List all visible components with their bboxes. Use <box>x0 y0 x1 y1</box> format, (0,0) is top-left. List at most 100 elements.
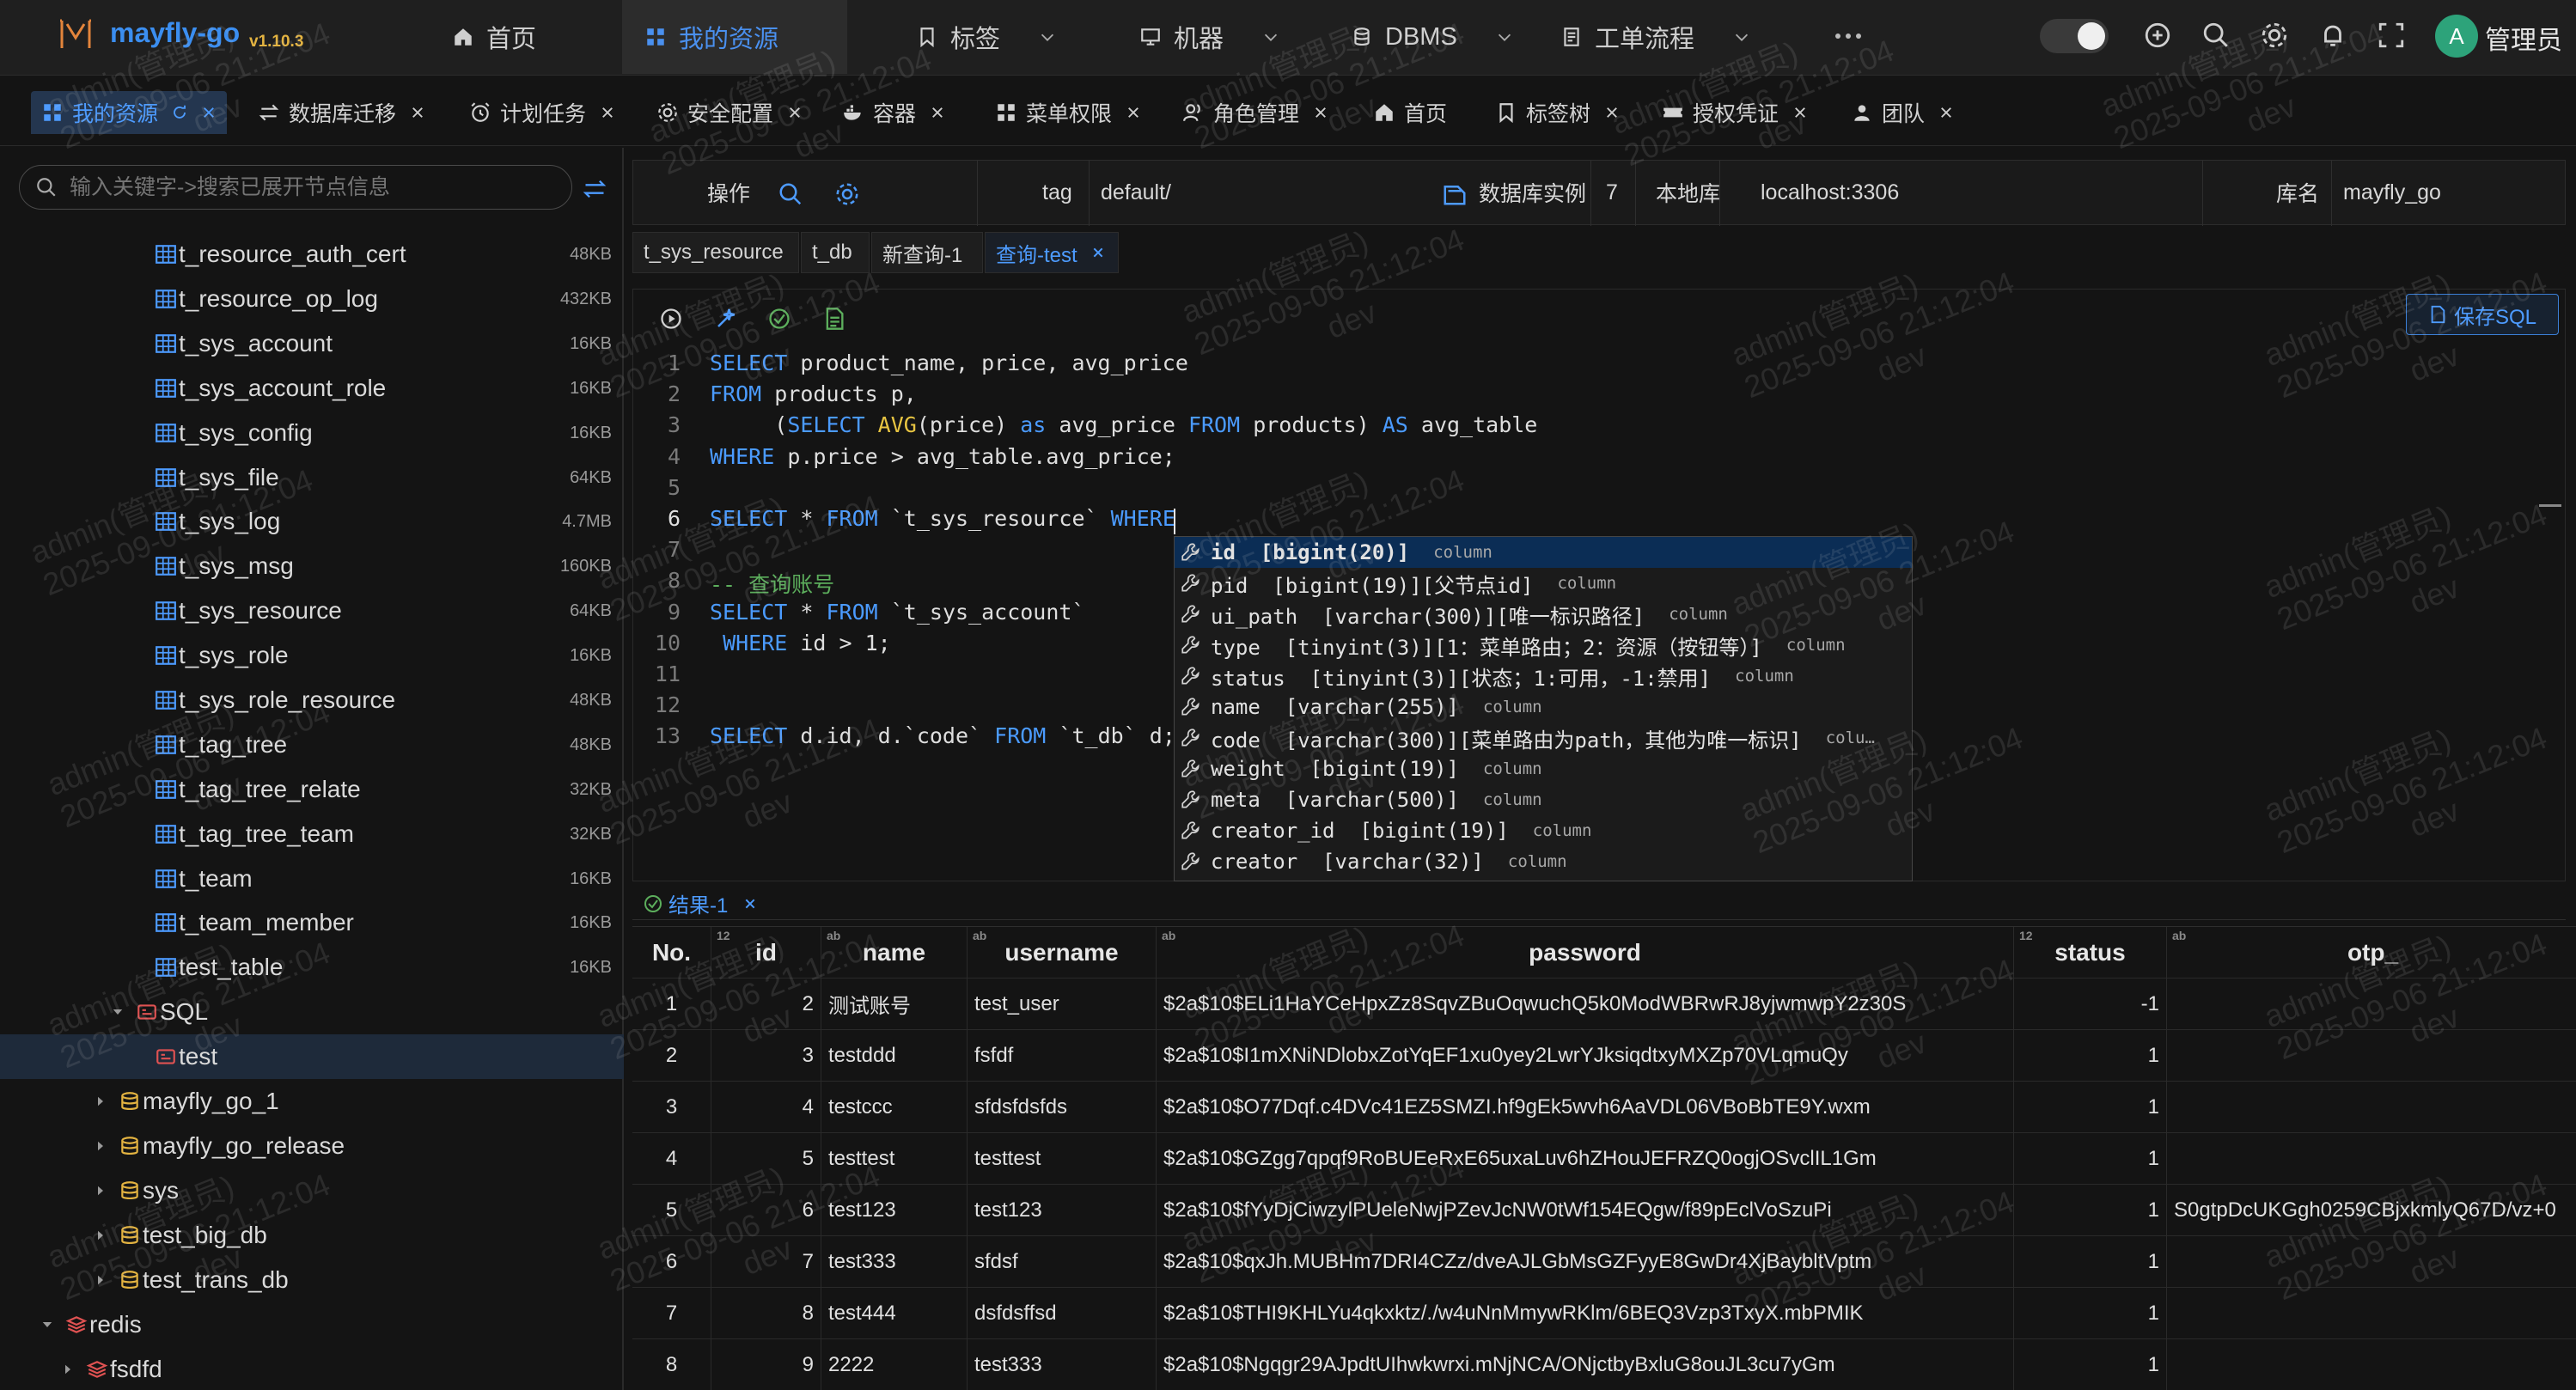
table-cell[interactable] <box>2167 1288 2576 1339</box>
query-tab-t-sys-resource[interactable]: t_sys_resource <box>632 232 799 273</box>
close-icon[interactable] <box>201 105 217 120</box>
tree-table-t_sys_account_role[interactable]: t_sys_account_role 16KB <box>0 366 624 411</box>
tree-redis-instance[interactable]: fsdfd <box>0 1347 624 1390</box>
suggestion-item[interactable]: ui_path [varchar(300)][唯一标识路径] column <box>1175 599 1912 630</box>
column-header-name[interactable]: ab name <box>821 927 968 978</box>
table-cell[interactable]: test_user <box>968 978 1157 1030</box>
table-cell[interactable]: $2a$10$O77Dqf.c4DVc41EZ5SMZI.hf9gEk5wvh6… <box>1157 1082 2014 1133</box>
table-cell[interactable]: 2222 <box>821 1339 968 1390</box>
commit-icon[interactable] <box>767 307 791 331</box>
table-cell[interactable]: 8 <box>632 1339 711 1390</box>
tree-table-t_sys_account[interactable]: t_sys_account 16KB <box>0 321 624 366</box>
tree-database-mayfly_go_1[interactable]: mayfly_go_1 <box>0 1079 624 1124</box>
table-cell[interactable]: test123 <box>968 1185 1157 1236</box>
table-cell[interactable]: 1 <box>2014 1082 2167 1133</box>
table-cell[interactable]: 8 <box>711 1288 821 1339</box>
save-sql-button[interactable]: 保存SQL <box>2406 294 2559 335</box>
close-icon[interactable] <box>743 897 757 911</box>
close-icon[interactable] <box>1604 105 1620 120</box>
tree-table-t_sys_role[interactable]: t_sys_role 16KB <box>0 633 624 678</box>
close-icon[interactable] <box>1313 105 1328 120</box>
tree-table-t_team_member[interactable]: t_team_member 16KB <box>0 900 624 945</box>
refresh-icon[interactable] <box>172 105 187 120</box>
tree-search[interactable] <box>19 165 572 210</box>
suggestion-item[interactable]: pid [bigint(19)][父节点id] column <box>1175 568 1912 599</box>
language-icon[interactable] <box>2143 21 2172 50</box>
tab-db-migration[interactable]: 数据库迁移 <box>247 91 436 134</box>
nav-tags[interactable]: 标签 <box>894 0 1079 74</box>
theme-toggle[interactable] <box>2040 19 2109 53</box>
table-cell[interactable]: testtest <box>968 1133 1157 1185</box>
table-cell[interactable]: 1 <box>2014 1185 2167 1236</box>
tab-my-resources[interactable]: 我的资源 <box>31 91 228 134</box>
table-cell[interactable]: 1 <box>2014 1236 2167 1288</box>
suggestion-item[interactable]: id [bigint(20)] column <box>1175 537 1912 568</box>
nav-workflow[interactable]: 工单流程 <box>1538 0 1773 74</box>
table-cell[interactable]: $2a$10$Ngqgr29AJpdtUIhwkwrxi.mNjNCA/ONjc… <box>1157 1339 2014 1390</box>
table-cell[interactable]: 5 <box>632 1185 711 1236</box>
tree-redis[interactable]: redis <box>0 1302 624 1347</box>
query-tab-t-db[interactable]: t_db <box>801 232 870 273</box>
result-tab[interactable]: 结果-1 <box>643 888 757 918</box>
tab-menu-permissions[interactable]: 菜单权限 <box>985 91 1151 134</box>
table-cell[interactable]: dsfdsffsd <box>968 1288 1157 1339</box>
table-cell[interactable]: 1 <box>632 978 711 1030</box>
fullscreen-icon[interactable] <box>2377 21 2406 50</box>
result-grid[interactable]: No. 12 id ab name ab username ab password 12 statu… <box>632 926 2576 1390</box>
tree-table-t_sys_resource[interactable]: t_sys_resource 64KB <box>0 588 624 633</box>
column-header-id[interactable]: 12 id <box>711 927 821 978</box>
search-icon[interactable] <box>778 181 803 207</box>
close-icon[interactable] <box>1126 105 1141 120</box>
table-cell[interactable]: 4 <box>632 1133 711 1185</box>
table-cell[interactable]: $2a$10$THI9KHLYu4qkxktz/./w4uNnMmywRKlm/… <box>1157 1288 2014 1339</box>
table-cell[interactable] <box>2167 1082 2576 1133</box>
run-icon[interactable] <box>659 307 683 331</box>
table-cell[interactable]: 1 <box>2014 1030 2167 1082</box>
more-icon[interactable] <box>1834 26 1863 46</box>
column-header-username[interactable]: ab username <box>968 927 1157 978</box>
tree-database-test_big_db[interactable]: test_big_db <box>0 1213 624 1258</box>
tree-table-t_resource_auth_cert[interactable]: t_resource_auth_cert 48KB <box>0 232 624 277</box>
nav-dbms[interactable]: DBMS <box>1328 0 1536 74</box>
table-cell[interactable]: 7 <box>711 1236 821 1288</box>
tree-table-t_team[interactable]: t_team 16KB <box>0 857 624 901</box>
close-icon[interactable] <box>787 105 803 120</box>
table-cell[interactable]: $2a$10$ELi1HaYCeHpxZz8SqvZBuOqwuchQ5k0Mo… <box>1157 978 2014 1030</box>
table-cell[interactable]: 1 <box>2014 1288 2167 1339</box>
table-cell[interactable]: 7 <box>632 1288 711 1339</box>
table-cell[interactable]: 5 <box>711 1133 821 1185</box>
table-cell[interactable]: fsfdf <box>968 1030 1157 1082</box>
table-cell[interactable]: test333 <box>821 1236 968 1288</box>
tree-table-t_tag_tree[interactable]: t_tag_tree 48KB <box>0 722 624 767</box>
suggestion-item[interactable]: weight [bigint(19)] column <box>1175 753 1912 784</box>
table-cell[interactable]: 2 <box>632 1030 711 1082</box>
suggestion-item[interactable]: creator [varchar(32)] column <box>1175 846 1912 877</box>
query-tab-new-query[interactable]: 新查询-1 <box>871 232 983 273</box>
gear-icon[interactable] <box>834 181 860 207</box>
table-cell[interactable]: test123 <box>821 1185 968 1236</box>
tree-database-test_trans_db[interactable]: test_trans_db <box>0 1258 624 1302</box>
gear-icon[interactable] <box>2260 21 2289 50</box>
tab-security-config[interactable]: 安全配置 <box>646 91 813 134</box>
close-icon[interactable] <box>410 105 425 120</box>
table-cell[interactable]: 1 <box>2014 1339 2167 1390</box>
table-cell[interactable]: 测试账号 <box>821 978 968 1030</box>
table-cell[interactable]: 6 <box>632 1236 711 1288</box>
table-cell[interactable]: testccc <box>821 1082 968 1133</box>
nav-home[interactable]: 首页 <box>430 0 559 74</box>
table-cell[interactable]: $2a$10$I1mXNiNDlobxZotYqEF1xu0yey2LwrYJk… <box>1157 1030 2014 1082</box>
tab-auth-certs[interactable]: 授权凭证 <box>1651 91 1818 134</box>
suggestion-item[interactable]: type [tinyint(3)][1：菜单路由；2：资源（按钮等）] colum… <box>1175 630 1912 661</box>
tree-search-input[interactable] <box>70 174 551 200</box>
table-cell[interactable]: 4 <box>711 1082 821 1133</box>
tree-table-t_sys_role_resource[interactable]: t_sys_role_resource 48KB <box>0 678 624 722</box>
table-cell[interactable]: sfdsf <box>968 1236 1157 1288</box>
tree-database-mayfly_go_release[interactable]: mayfly_go_release <box>0 1124 624 1168</box>
table-cell[interactable]: test444 <box>821 1288 968 1339</box>
tree-table-t_tag_tree_relate[interactable]: t_tag_tree_relate 32KB <box>0 767 624 812</box>
table-cell[interactable]: 3 <box>632 1082 711 1133</box>
table-cell[interactable] <box>2167 1339 2576 1390</box>
close-icon[interactable] <box>930 105 945 120</box>
close-icon[interactable] <box>600 105 615 120</box>
tab-containers[interactable]: 容器 <box>832 91 955 134</box>
